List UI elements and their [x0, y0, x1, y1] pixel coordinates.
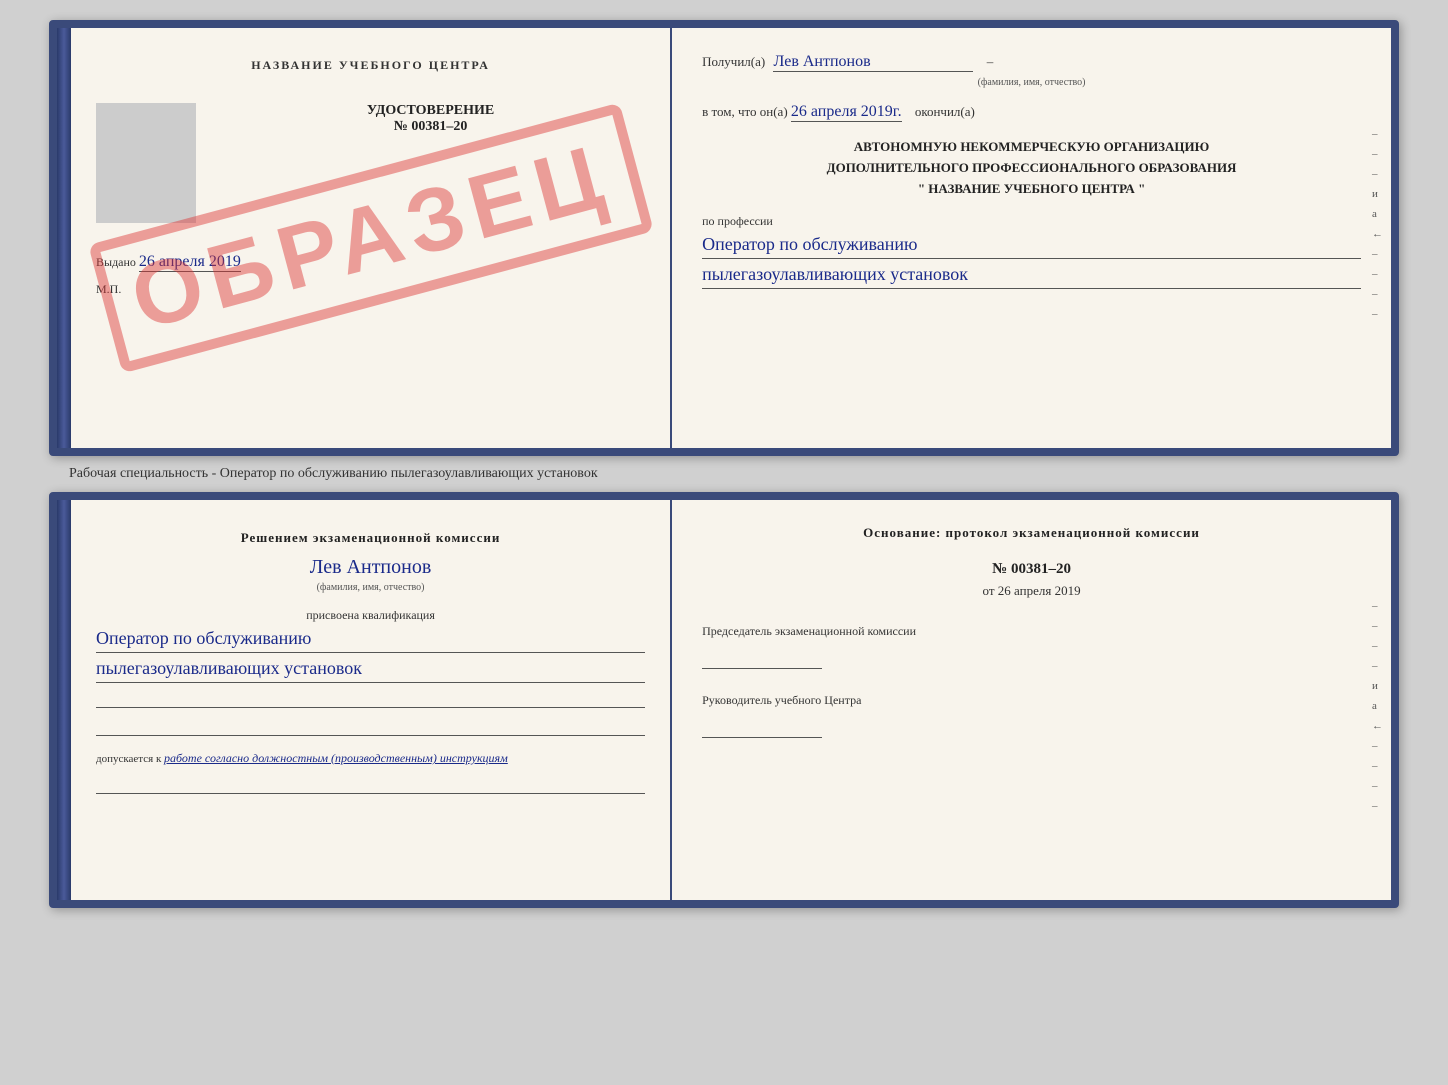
- blank-line-3: [96, 774, 645, 794]
- protocol-date: от 26 апреля 2019: [702, 583, 1361, 599]
- profession-line1: Оператор по обслуживанию: [702, 234, 1361, 259]
- between-label: Рабочая специальность - Оператор по обсл…: [49, 456, 1399, 492]
- qualification-label: присвоена квалификация: [96, 608, 645, 623]
- org-line3: " НАЗВАНИЕ УЧЕБНОГО ЦЕНТРА ": [702, 179, 1361, 200]
- completed-prefix: в том, что он(а): [702, 104, 788, 119]
- photo-area: [96, 103, 196, 223]
- qualification-line2: пылегазоулавливающих установок: [96, 658, 645, 683]
- bottom-left-page: Решением экзаменационной комиссии Лев Ан…: [71, 500, 672, 900]
- completed-date: 26 апреля 2019г.: [791, 103, 902, 122]
- protocol-date-prefix: от: [983, 583, 995, 598]
- org-block: АВТОНОМНУЮ НЕКОММЕРЧЕСКУЮ ОРГАНИЗАЦИЮ ДО…: [702, 137, 1361, 199]
- basis-label: Основание: протокол экзаменационной коми…: [702, 525, 1361, 541]
- bottom-document: Решением экзаменационной комиссии Лев Ан…: [49, 492, 1399, 908]
- chairman-signature-line: [702, 649, 822, 669]
- profession-label: по профессии: [702, 214, 1361, 229]
- cert-content-block: УДОСТОВЕРЕНИЕ № 00381–20: [96, 103, 645, 233]
- org-line1: АВТОНОМНУЮ НЕКОММЕРЧЕСКУЮ ОРГАНИЗАЦИЮ: [702, 137, 1361, 158]
- qualification-line1: Оператор по обслуживанию: [96, 628, 645, 653]
- director-label: Руководитель учебного Центра: [702, 693, 1361, 708]
- commission-decision-label: Решением экзаменационной комиссии: [96, 530, 645, 546]
- school-name-title: НАЗВАНИЕ УЧЕБНОГО ЦЕНТРА: [96, 58, 645, 73]
- protocol-number: № 00381–20: [702, 561, 1361, 578]
- bottom-fio-caption: (фамилия, имя, отчество): [96, 582, 645, 593]
- blank-line-2: [96, 716, 645, 736]
- side-marks-top: – – – и а ← – – – –: [1372, 128, 1383, 320]
- completed-suffix: окончил(а): [915, 104, 975, 119]
- side-marks-bottom: – – – – и а ← – – – –: [1372, 600, 1383, 812]
- chairman-block: Председатель экзаменационной комиссии: [702, 624, 1361, 673]
- fio-caption: (фамилия, имя, отчество): [702, 77, 1361, 88]
- issued-block: Выдано 26 апреля 2019: [96, 253, 645, 272]
- top-right-page: Получил(а) Лев Антпонов – (фамилия, имя,…: [672, 28, 1391, 448]
- allowed-block: допускается к работе согласно должностны…: [96, 751, 645, 766]
- book-spine-bottom: [57, 500, 71, 900]
- top-left-page: НАЗВАНИЕ УЧЕБНОГО ЦЕНТРА УДОСТОВЕРЕНИЕ №…: [71, 28, 672, 448]
- issued-label: Выдано: [96, 255, 136, 269]
- org-line2: ДОПОЛНИТЕЛЬНОГО ПРОФЕССИОНАЛЬНОГО ОБРАЗО…: [702, 158, 1361, 179]
- mp-label: М.П.: [96, 282, 645, 297]
- top-document: НАЗВАНИЕ УЧЕБНОГО ЦЕНТРА УДОСТОВЕРЕНИЕ №…: [49, 20, 1399, 456]
- allowed-text-value: работе согласно должностным (производств…: [164, 751, 508, 765]
- book-spine: [57, 28, 71, 448]
- profession-line2: пылегазоулавливающих установок: [702, 264, 1361, 289]
- fio-value: Лев Антпонов: [773, 53, 973, 72]
- allowed-prefix: допускается к: [96, 753, 161, 765]
- received-label: Получил(а): [702, 54, 765, 69]
- director-block: Руководитель учебного Центра: [702, 693, 1361, 742]
- issued-date: 26 апреля 2019: [139, 253, 241, 272]
- protocol-date-value: 26 апреля 2019: [998, 583, 1081, 598]
- specialty-label: Рабочая специальность - Оператор по обсл…: [69, 466, 598, 481]
- bottom-fio-value: Лев Антпонов: [96, 556, 645, 579]
- director-signature-line: [702, 718, 822, 738]
- bottom-right-page: Основание: протокол экзаменационной коми…: [672, 500, 1391, 900]
- received-line: Получил(а) Лев Антпонов –: [702, 53, 1361, 72]
- blank-line-1: [96, 688, 645, 708]
- completed-line: в том, что он(а) 26 апреля 2019г. окончи…: [702, 103, 1361, 122]
- chairman-label: Председатель экзаменационной комиссии: [702, 624, 1361, 639]
